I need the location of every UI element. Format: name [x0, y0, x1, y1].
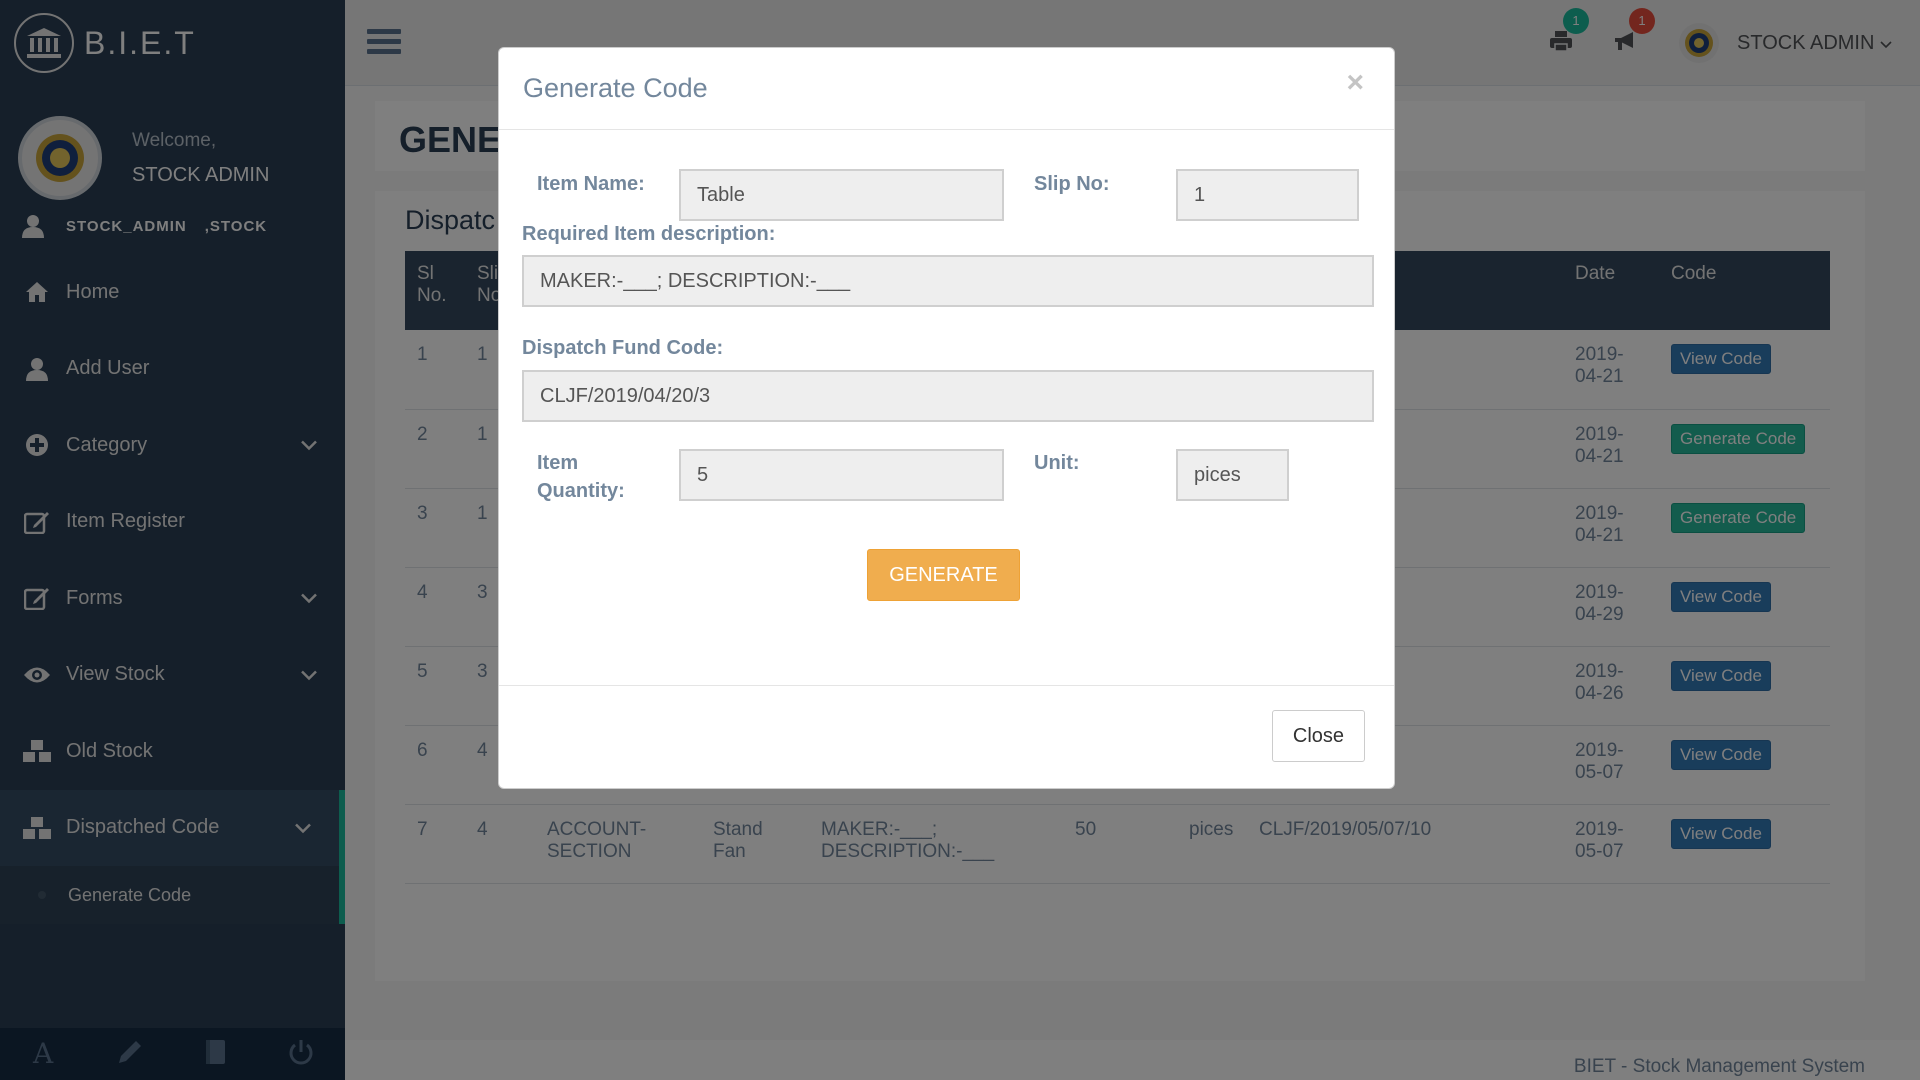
item-quantity-label-line-1: Item	[537, 452, 579, 474]
unit-label: Unit:	[1034, 452, 1080, 474]
close-icon[interactable]: ×	[1346, 66, 1364, 100]
slip-no-field[interactable]: 1	[1176, 169, 1359, 221]
item-name-field[interactable]: Table	[679, 169, 1004, 221]
modal-footer: Close	[499, 685, 1394, 788]
fund-code-label: Dispatch Fund Code:	[522, 337, 724, 359]
required-description-label: Required Item description:	[522, 223, 776, 245]
modal-header: Generate Code ×	[499, 48, 1394, 130]
generate-code-modal: Generate Code × Item Name: Table Slip No…	[498, 47, 1395, 789]
unit-field[interactable]: pices	[1176, 449, 1289, 501]
close-button[interactable]: Close	[1272, 710, 1365, 762]
modal-title: Generate Code	[523, 73, 708, 103]
item-name-label: Item Name:	[537, 173, 645, 195]
item-quantity-field[interactable]: 5	[679, 449, 1004, 501]
item-quantity-label: Item Quantity:	[537, 449, 625, 505]
required-description-field[interactable]: MAKER:-___; DESCRIPTION:-___	[522, 255, 1374, 307]
generate-button[interactable]: GENERATE	[867, 549, 1020, 601]
item-quantity-label-line-2: Quantity:	[537, 480, 625, 502]
fund-code-field[interactable]: CLJF/2019/04/20/3	[522, 370, 1374, 422]
slip-no-label: Slip No:	[1034, 173, 1110, 195]
